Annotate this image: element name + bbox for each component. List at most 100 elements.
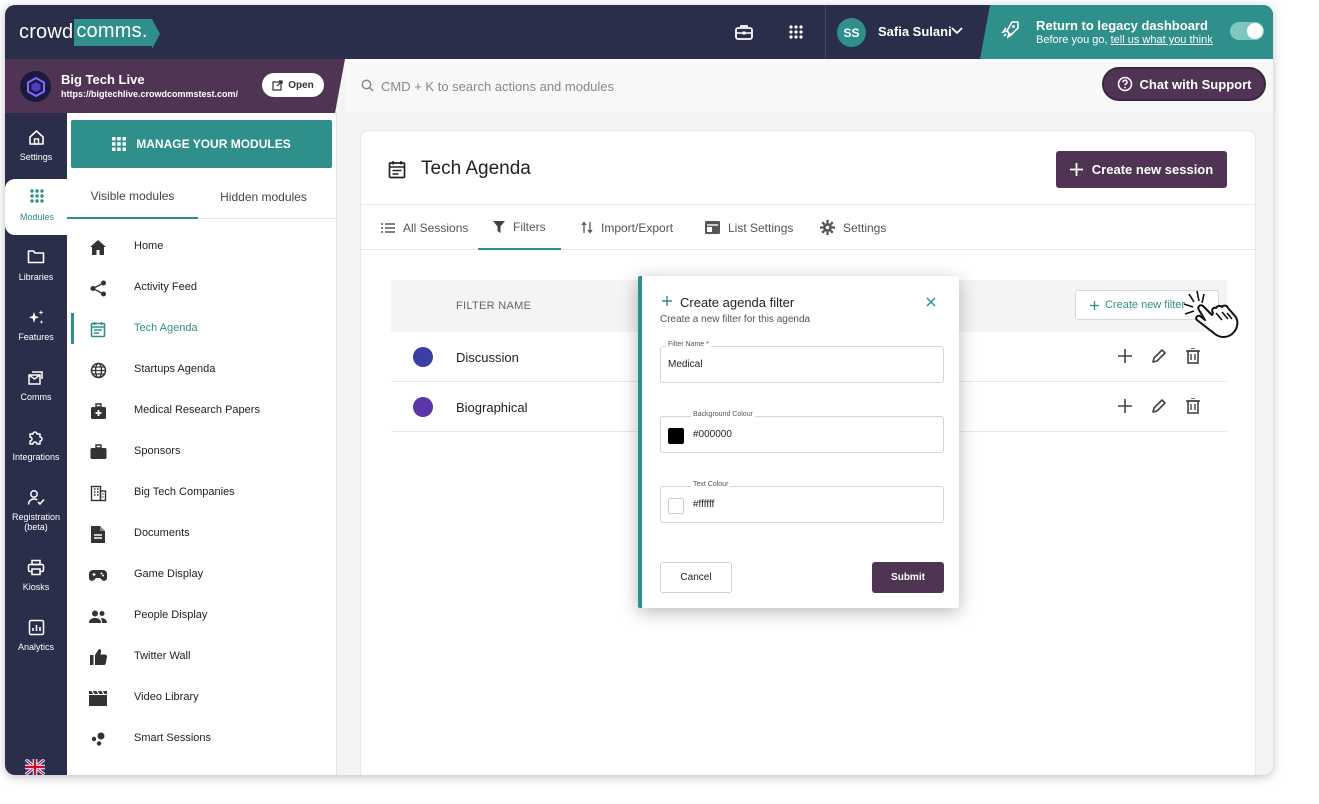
apps-grid-icon[interactable]: [785, 21, 807, 43]
cancel-button[interactable]: Cancel: [660, 562, 732, 593]
chat-with-support-button[interactable]: Chat with Support: [1102, 67, 1266, 101]
module-item-documents[interactable]: Documents: [67, 513, 337, 554]
background-colour-swatch[interactable]: [668, 428, 684, 444]
event-name: Big Tech Live: [61, 72, 145, 87]
building-icon: [88, 483, 108, 503]
background-colour-input[interactable]: [693, 429, 933, 440]
feedback-link[interactable]: tell us what you think: [1111, 34, 1213, 46]
module-label: Smart Sessions: [134, 732, 212, 744]
open-label: Open: [288, 79, 314, 91]
module-item-tech-agenda[interactable]: Tech Agenda: [67, 308, 337, 349]
filter-name-field: Filter Name *: [660, 341, 944, 383]
nav-features[interactable]: Features: [5, 299, 67, 355]
registration-icon: [5, 489, 67, 509]
grid-icon: [112, 137, 127, 151]
module-item-big-tech-companies[interactable]: Big Tech Companies: [67, 472, 337, 513]
nav-label: Modules: [19, 212, 55, 222]
help-circle-icon: [1117, 76, 1132, 92]
tab-label: List Settings: [728, 220, 794, 235]
open-event-button[interactable]: Open: [262, 73, 324, 97]
calendar-icon: [388, 160, 406, 184]
nav-kiosks[interactable]: Kiosks: [5, 549, 67, 605]
nav-libraries[interactable]: Libraries: [5, 239, 67, 295]
manage-modules-button[interactable]: MANAGE YOUR MODULES: [71, 120, 332, 168]
top-bar: crowd comms. SS Safia Sulani Return to le…: [5, 5, 1273, 59]
field-label: Background Colour: [691, 411, 755, 418]
share-icon: [88, 278, 108, 298]
logo-part2-text: comms: [76, 19, 142, 42]
event-url: https://bigtechlive.crowdcommstest.com/: [61, 89, 239, 99]
search-input[interactable]: [381, 75, 781, 97]
close-icon[interactable]: [926, 294, 936, 312]
filter-name-input[interactable]: [668, 359, 928, 370]
dialog-title: Create agenda filter: [680, 295, 795, 310]
crowdcomms-logo[interactable]: crowd comms.: [19, 17, 160, 49]
user-name[interactable]: Safia Sulani: [878, 24, 952, 39]
create-session-button[interactable]: Create new session: [1056, 151, 1227, 188]
tab-visible-modules[interactable]: Visible modules: [67, 175, 198, 219]
language-flag-icon[interactable]: [24, 757, 46, 775]
delete-icon[interactable]: [1183, 346, 1203, 366]
top-bar-divider: [825, 5, 826, 59]
delete-icon[interactable]: [1183, 396, 1203, 416]
gear-icon: [820, 220, 835, 235]
nav-analytics[interactable]: Analytics: [5, 609, 67, 665]
edit-icon[interactable]: [1149, 346, 1169, 366]
tab-label: Filters: [513, 219, 546, 234]
add-icon[interactable]: [1115, 396, 1135, 416]
text-colour-swatch[interactable]: [668, 498, 684, 514]
plus-icon: [1090, 300, 1099, 310]
agenda-tabs: All Sessions Filters Import/Export List …: [361, 204, 1257, 250]
tab-all-sessions[interactable]: All Sessions: [366, 205, 483, 250]
nav-registration[interactable]: Registration (beta): [5, 479, 67, 545]
toolbox-icon[interactable]: [733, 21, 755, 43]
nav-modules[interactable]: Modules: [5, 179, 69, 235]
nav-settings[interactable]: Settings: [5, 119, 67, 175]
module-item-sponsors[interactable]: Sponsors: [67, 431, 337, 472]
submit-button[interactable]: Submit: [872, 562, 944, 593]
module-item-video-library[interactable]: Video Library: [67, 677, 337, 718]
module-item-startups-agenda[interactable]: Startups Agenda: [67, 349, 337, 390]
page-title: Tech Agenda: [421, 158, 531, 179]
nav-label: Features: [18, 332, 54, 342]
chevron-down-icon[interactable]: [950, 23, 964, 42]
printer-icon: [5, 559, 67, 579]
rocket-icon: [1000, 20, 1020, 45]
folder-icon: [5, 249, 67, 269]
nav-label: Settings: [19, 152, 53, 162]
nav-label: Comms: [20, 392, 52, 402]
event-logo-icon: [20, 71, 51, 102]
nav-label: Integrations: [12, 452, 60, 462]
nav-integrations[interactable]: Integrations: [5, 419, 67, 475]
tab-import-export[interactable]: Import/Export: [566, 205, 688, 250]
medical-icon: [88, 401, 108, 421]
edit-icon[interactable]: [1149, 396, 1169, 416]
tab-settings[interactable]: Settings: [805, 205, 901, 250]
module-label: Twitter Wall: [134, 650, 191, 662]
legacy-toggle[interactable]: [1230, 22, 1264, 40]
manage-modules-label: MANAGE YOUR MODULES: [136, 137, 291, 151]
module-label: Activity Feed: [134, 281, 197, 293]
field-label: Filter Name *: [666, 341, 711, 348]
clapper-icon: [88, 688, 108, 708]
list-icon: [381, 222, 395, 233]
module-item-activity-feed[interactable]: Activity Feed: [67, 267, 337, 308]
globe-icon: [88, 360, 108, 380]
module-item-smart-sessions[interactable]: Smart Sessions: [67, 718, 337, 759]
dialog-subtitle: Create a new filter for this agenda: [660, 314, 811, 325]
toggle-knob: [1247, 23, 1263, 39]
tab-hidden-modules[interactable]: Hidden modules: [198, 175, 329, 219]
module-item-twitter-wall[interactable]: Twitter Wall: [67, 636, 337, 677]
import-export-icon: [581, 221, 593, 234]
module-item-game-display[interactable]: Game Display: [67, 554, 337, 595]
user-avatar[interactable]: SS: [837, 18, 866, 47]
tab-filters[interactable]: Filters: [478, 205, 561, 250]
module-item-medical-research-papers[interactable]: Medical Research Papers: [67, 390, 337, 431]
nav-comms[interactable]: Comms: [5, 359, 67, 415]
tab-list-settings[interactable]: List Settings: [690, 205, 808, 250]
add-icon[interactable]: [1115, 346, 1135, 366]
text-colour-input[interactable]: [693, 499, 933, 510]
module-item-home[interactable]: Home: [67, 226, 337, 267]
module-label: Documents: [134, 527, 190, 539]
module-item-people-display[interactable]: People Display: [67, 595, 337, 636]
